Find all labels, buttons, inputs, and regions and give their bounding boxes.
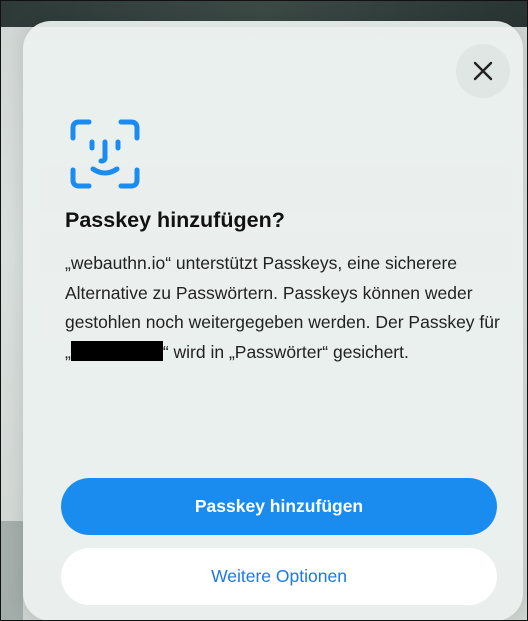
dialog-description: „webauthn.io“ unterstützt Passkeys, eine… bbox=[65, 249, 505, 367]
close-button[interactable] bbox=[456, 44, 510, 98]
dialog-title: Passkey hinzufügen? bbox=[65, 208, 285, 232]
background-blurred-block bbox=[1, 521, 23, 620]
face-id-icon bbox=[70, 119, 140, 189]
screenshot-frame: Passkey hinzufügen? „webauthn.io“ unters… bbox=[0, 0, 528, 621]
description-text-part-2: “ wird in „Passwörter“ gesichert. bbox=[162, 341, 409, 362]
redacted-account-name bbox=[70, 340, 163, 361]
more-options-button[interactable]: Weitere Optionen bbox=[61, 548, 497, 605]
add-passkey-button[interactable]: Passkey hinzufügen bbox=[61, 478, 497, 535]
close-icon bbox=[473, 61, 493, 81]
